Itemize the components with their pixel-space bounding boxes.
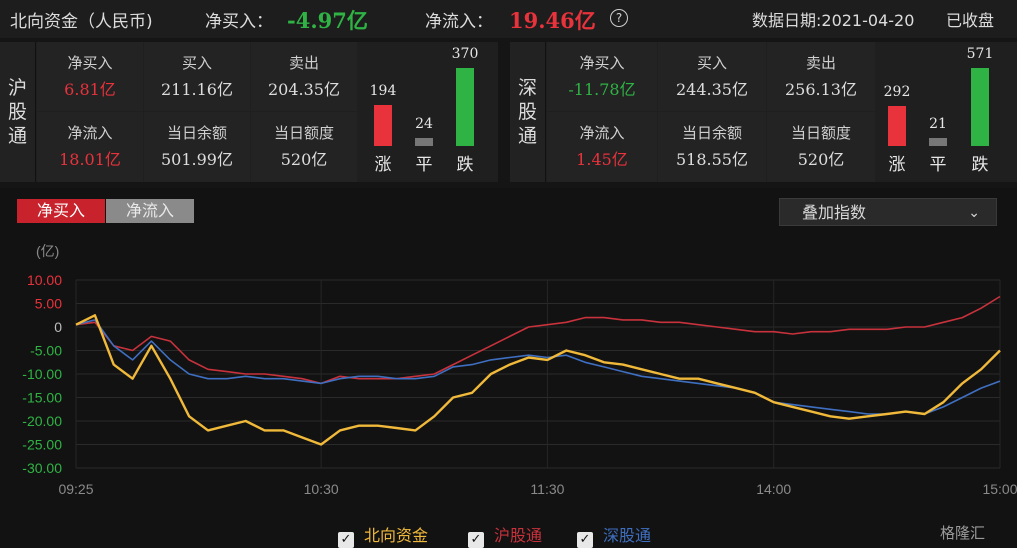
checkbox-checked-icon[interactable]: ✓	[468, 532, 484, 548]
line-chart: (亿) 10.00 5.00 0 -5.00 -10.00 -15.00 -20.00 -25…	[22, 243, 1017, 497]
shen-name: 深股通	[510, 42, 546, 182]
series-line-shen	[75, 319, 1001, 415]
series-line-hu	[75, 295, 1001, 385]
overlay-index-select[interactable]: 叠加指数 ⌄	[779, 198, 997, 226]
net-buy-label: 净买入：	[205, 12, 273, 32]
y-tick-label: -5.00	[30, 343, 62, 359]
shen-up-label: 涨	[888, 155, 906, 175]
hu-balance: 当日余额 501.99亿	[144, 112, 250, 182]
shen-quota: 当日额度 520亿	[767, 112, 875, 182]
shen-buy: 买入 244.35亿	[658, 42, 766, 111]
data-date: 数据日期:2021-04-20	[752, 11, 915, 30]
x-tick-label: 09:25	[58, 481, 93, 497]
shen-flat-count: 21	[929, 116, 947, 132]
shen-breadth-bars: 292 21 571 涨 平 跌	[878, 42, 1013, 182]
legend-hu[interactable]: ✓ 沪股通	[468, 522, 542, 548]
x-tick-label: 14:00	[756, 481, 791, 497]
legend-shen[interactable]: ✓ 深股通	[577, 522, 651, 548]
shen-down-label: 跌	[971, 155, 989, 175]
checkbox-checked-icon[interactable]: ✓	[338, 532, 354, 548]
hu-flat-count: 24	[415, 116, 433, 132]
hu-flat-label: 平	[415, 155, 433, 175]
page-title: 北向资金（人民币)	[10, 12, 153, 32]
header-bar: 北向资金（人民币) 净买入： -4.97亿 净流入： 19.46亿 ? 数据日期…	[0, 0, 1017, 38]
legend-north[interactable]: ✓ 北向资金	[338, 522, 428, 548]
hu-breadth-bars: 194 24 370 涨 平 跌	[362, 42, 492, 182]
y-axis-unit: (亿)	[36, 243, 59, 259]
tab-net-buy[interactable]: 净买入	[17, 199, 105, 223]
chart-series	[75, 295, 1001, 446]
y-tick-label: -20.00	[22, 413, 62, 429]
checkbox-checked-icon[interactable]: ✓	[577, 532, 593, 548]
shen-down-bar	[971, 68, 989, 146]
hu-net-flow: 净流入 18.01亿	[37, 112, 143, 182]
y-tick-label: 10.00	[27, 272, 62, 288]
hu-up-label: 涨	[374, 155, 392, 175]
hu-down-bar	[456, 68, 474, 146]
chart-grid	[75, 279, 1001, 469]
help-icon[interactable]: ?	[610, 9, 628, 27]
shen-net-buy: 净买入 -11.78亿	[547, 42, 657, 111]
x-axis-ticks: 09:25 10:30 11:30 14:00 15:00	[58, 481, 1017, 497]
hu-name: 沪股通	[0, 42, 36, 182]
x-tick-label: 10:30	[304, 481, 339, 497]
hu-up-count: 194	[369, 83, 397, 99]
shen-flat-bar	[929, 138, 947, 146]
shen-up-count: 292	[883, 84, 911, 100]
y-axis-ticks: 10.00 5.00 0 -5.00 -10.00 -15.00 -20.00 -25.00 -…	[22, 272, 62, 476]
y-tick-label: -25.00	[22, 437, 62, 453]
hu-quota: 当日额度 520亿	[251, 112, 357, 182]
y-tick-label: 0	[54, 319, 62, 335]
hu-buy: 买入 211.16亿	[144, 42, 250, 111]
hu-sell: 卖出 204.35亿	[251, 42, 357, 111]
tab-net-flow[interactable]: 净流入	[106, 199, 194, 223]
shen-balance: 当日余额 518.55亿	[658, 112, 766, 182]
x-tick-label: 15:00	[982, 481, 1017, 497]
logo: 格隆汇	[940, 524, 986, 542]
net-buy-value: -4.97亿	[287, 8, 368, 33]
hu-panel: 沪股通 净买入 6.81亿 买入 211.16亿 卖出 204.35亿 净流入 18.0…	[0, 42, 498, 182]
x-tick-label: 11:30	[530, 481, 564, 497]
hu-up-bar	[374, 105, 392, 146]
status-badge: 已收盘	[946, 11, 995, 30]
chevron-down-icon: ⌄	[968, 205, 980, 221]
shen-down-count: 571	[966, 46, 994, 62]
y-tick-label: -30.00	[22, 460, 62, 476]
shen-sell: 卖出 256.13亿	[767, 42, 875, 111]
overlay-index-label: 叠加指数	[802, 203, 867, 222]
net-flow-value: 19.46亿	[509, 8, 596, 33]
y-tick-label: -10.00	[22, 366, 62, 382]
hu-down-label: 跌	[456, 155, 474, 175]
shen-panel: 深股通 净买入 -11.78亿 买入 244.35亿 卖出 256.13亿 净流入 1.…	[510, 42, 1017, 182]
hu-down-count: 370	[451, 46, 479, 62]
y-tick-label: 5.00	[35, 296, 62, 312]
series-line-north	[75, 314, 1001, 446]
net-flow-label: 净流入：	[425, 12, 493, 32]
shen-net-flow: 净流入 1.45亿	[547, 112, 657, 182]
hu-net-buy: 净买入 6.81亿	[37, 42, 143, 111]
hu-flat-bar	[415, 138, 433, 146]
shen-up-bar	[888, 106, 906, 146]
shen-flat-label: 平	[929, 155, 947, 175]
y-tick-label: -15.00	[22, 390, 62, 406]
